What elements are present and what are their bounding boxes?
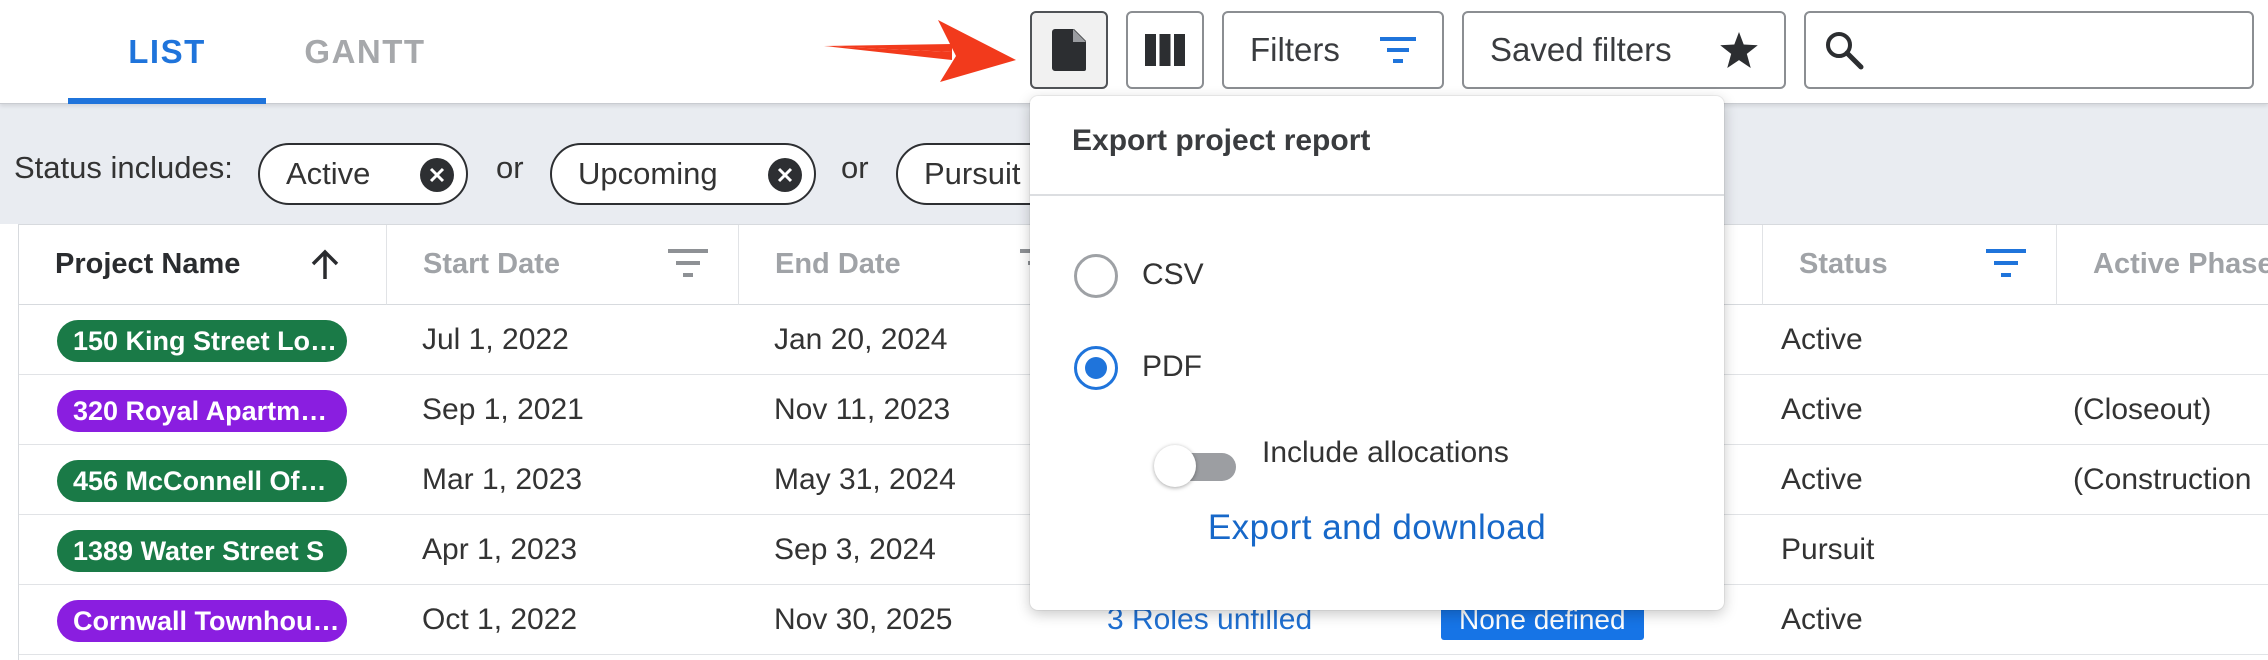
remove-chip-icon[interactable]	[768, 158, 802, 192]
project-name-pill[interactable]: 1389 Water Street S	[57, 530, 347, 572]
status-chip-label: Pursuit	[924, 156, 1021, 191]
column-header-label: Active Phase	[2093, 248, 2268, 280]
active-tab-indicator	[68, 98, 266, 104]
divider	[1030, 194, 1724, 196]
project-name-pill[interactable]: 150 King Street Lo…	[57, 320, 347, 362]
start-date-cell: Jul 1, 2022	[422, 323, 569, 356]
include-allocations-toggle[interactable]	[1154, 440, 1240, 488]
star-icon	[1720, 32, 1758, 68]
active-phase-cell: (Construction	[2073, 463, 2252, 496]
column-filter-active-icon[interactable]	[1986, 249, 2026, 279]
search-icon	[1826, 32, 1864, 70]
search-input[interactable]	[1804, 11, 2254, 89]
status-cell: Active	[1781, 393, 1863, 426]
export-menu-title: Export project report	[1072, 124, 1371, 157]
file-icon	[1052, 29, 1086, 71]
status-filter-label: Status includes:	[14, 150, 233, 185]
end-date-cell: Nov 11, 2023	[774, 393, 951, 426]
saved-filters-button[interactable]: Saved filters	[1462, 11, 1786, 89]
tab-list-label: LIST	[128, 33, 206, 70]
active-phase-cell: (Closeout)	[2073, 393, 2212, 426]
column-header-label: Status	[1799, 248, 1888, 280]
column-header-label: End Date	[775, 248, 901, 280]
columns-button[interactable]	[1126, 11, 1204, 89]
status-cell: Pursuit	[1781, 533, 1875, 566]
tab-list[interactable]: LIST	[68, 0, 266, 104]
status-chip-active: Active	[258, 143, 468, 205]
filters-button[interactable]: Filters	[1222, 11, 1444, 89]
saved-filters-label: Saved filters	[1490, 31, 1672, 68]
tab-gantt[interactable]: GANTT	[290, 0, 440, 104]
sort-ascending-icon[interactable]	[310, 249, 340, 281]
status-chip-upcoming: Upcoming	[550, 143, 816, 205]
remove-chip-icon[interactable]	[420, 158, 454, 192]
top-bar: LIST GANTT Filters Saved filters	[0, 0, 2268, 104]
or-connector: or	[841, 150, 869, 185]
status-cell: Active	[1781, 463, 1863, 496]
or-connector: or	[496, 150, 524, 185]
export-button[interactable]	[1030, 11, 1108, 89]
column-filter-icon[interactable]	[668, 249, 708, 279]
include-allocations-label: Include allocations	[1262, 436, 1509, 469]
column-header-label: Project Name	[55, 248, 241, 280]
status-chip-label: Upcoming	[578, 156, 718, 191]
column-header-active-phase[interactable]: Active Phase	[2057, 225, 2268, 305]
start-date-cell: Mar 1, 2023	[422, 463, 583, 496]
tab-gantt-label: GANTT	[304, 33, 426, 70]
project-name-pill[interactable]: 456 McConnell Of…	[57, 460, 347, 502]
start-date-cell: Apr 1, 2023	[422, 533, 578, 566]
filter-icon	[1380, 37, 1416, 63]
column-header-label: Start Date	[423, 248, 560, 280]
project-name-pill[interactable]: Cornwall Townhou…	[57, 600, 347, 642]
pdf-option-label[interactable]: PDF	[1142, 350, 1202, 384]
annotation-arrow	[824, 20, 1016, 82]
csv-option-label[interactable]: CSV	[1142, 258, 1204, 292]
status-cell: Active	[1781, 323, 1863, 356]
column-header-start-date[interactable]: Start Date	[387, 225, 739, 305]
export-and-download-button[interactable]: Export and download	[1030, 508, 1724, 548]
end-date-cell: May 31, 2024	[774, 463, 956, 496]
end-date-cell: Sep 3, 2024	[774, 533, 936, 566]
end-date-cell: Jan 20, 2024	[774, 323, 948, 356]
toggle-knob	[1154, 445, 1196, 487]
pdf-radio[interactable]	[1074, 346, 1118, 390]
status-cell: Active	[1781, 603, 1863, 636]
filters-button-label: Filters	[1250, 31, 1340, 68]
start-date-cell: Sep 1, 2021	[422, 393, 584, 426]
end-date-cell: Nov 30, 2025	[774, 603, 953, 636]
column-header-project-name[interactable]: Project Name	[19, 225, 387, 305]
csv-radio[interactable]	[1074, 254, 1118, 298]
status-chip-label: Active	[286, 156, 371, 191]
start-date-cell: Oct 1, 2022	[422, 603, 578, 636]
export-report-menu: Export project report CSV PDF Include al…	[1030, 96, 1724, 610]
columns-icon	[1145, 34, 1185, 66]
project-name-pill[interactable]: 320 Royal Apartm…	[57, 390, 347, 432]
column-header-status[interactable]: Status	[1763, 225, 2057, 305]
